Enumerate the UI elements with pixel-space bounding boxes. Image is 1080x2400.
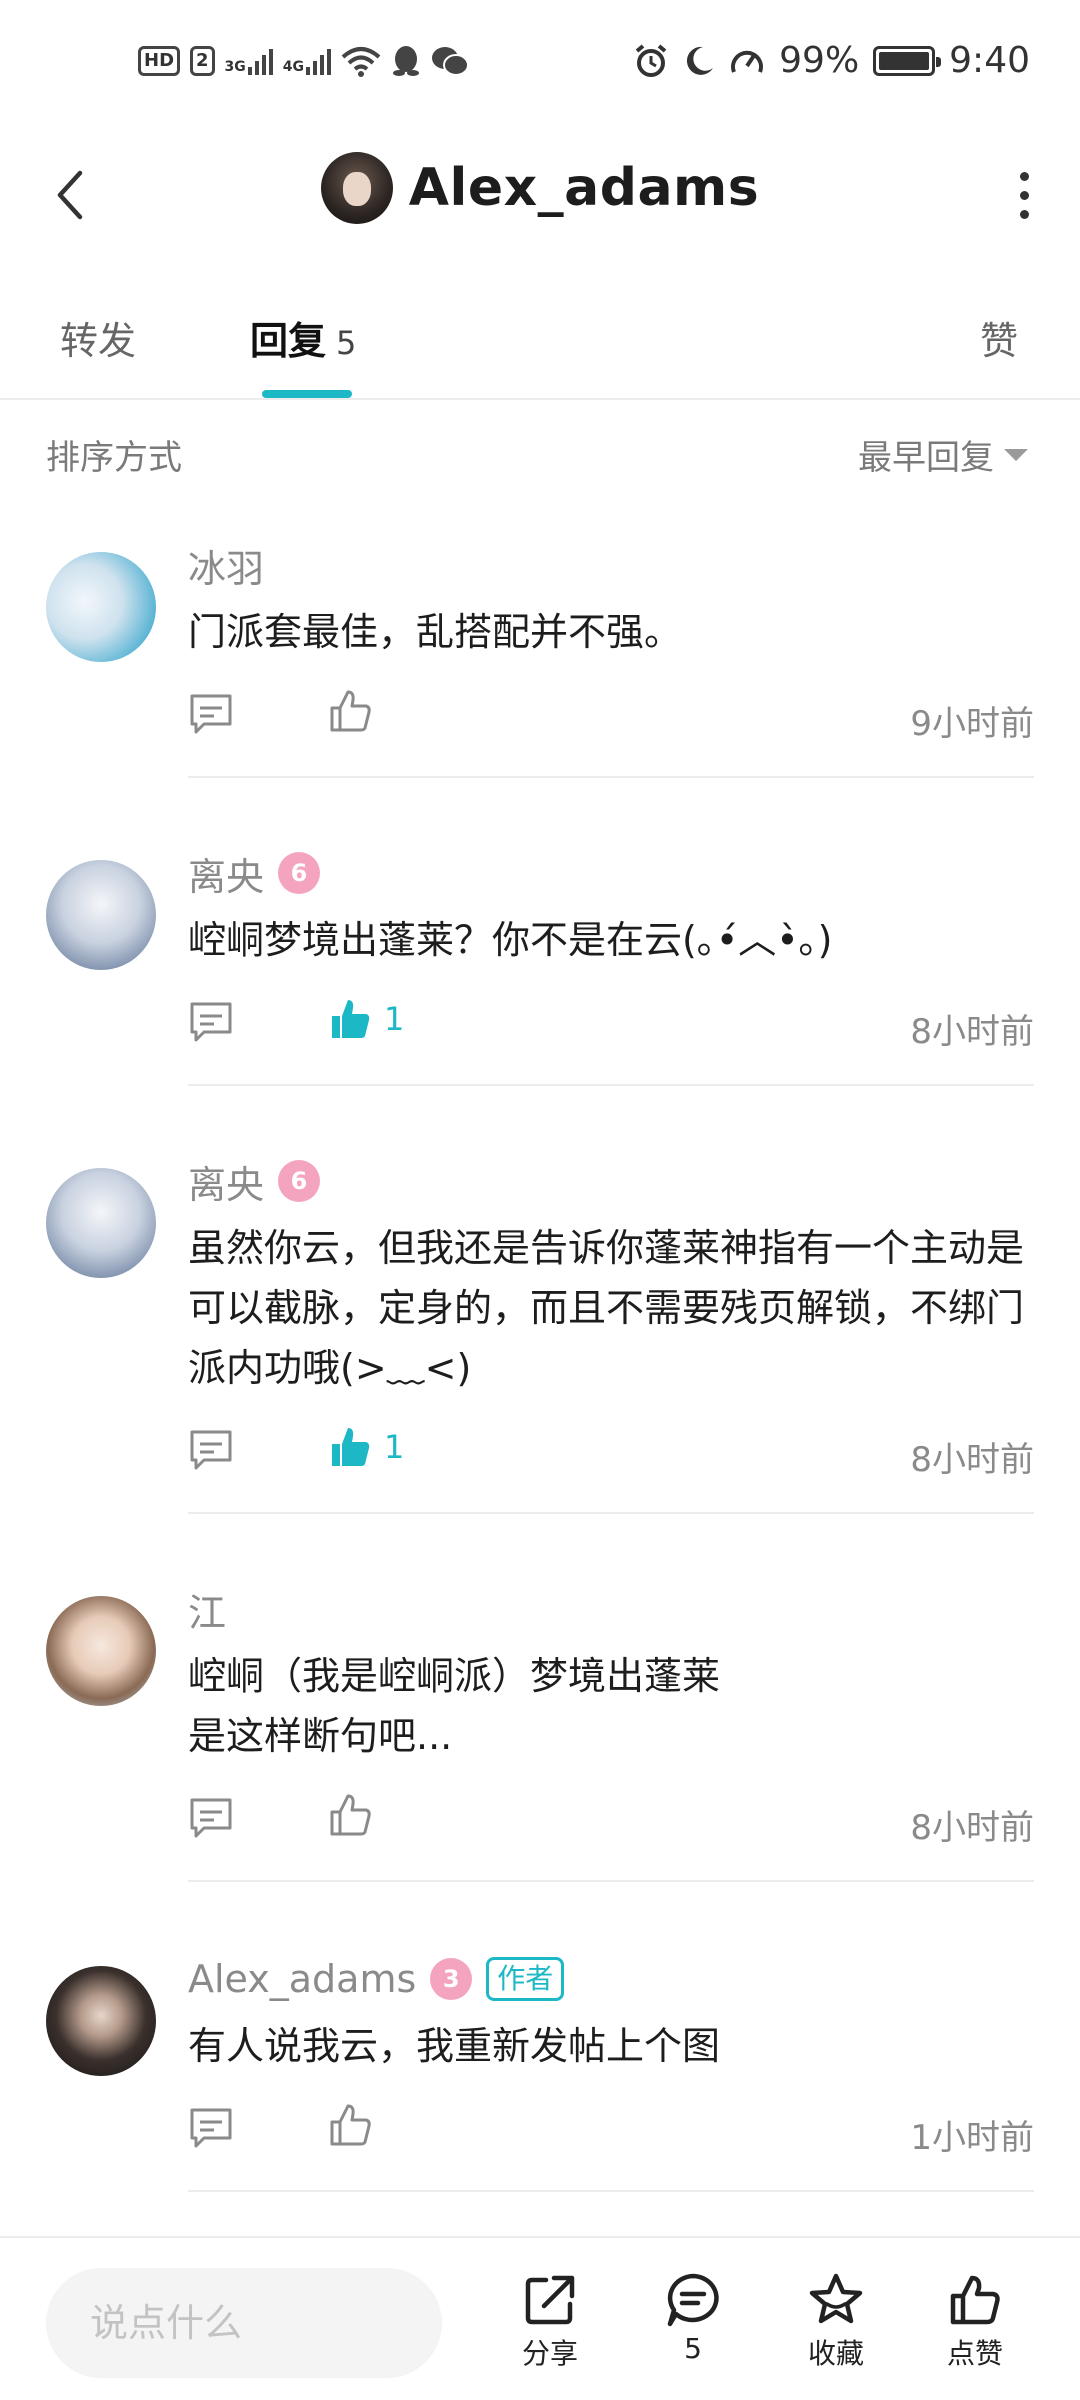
comment-time: 9小时前 — [910, 704, 1034, 744]
status-bar: HD 2 3G 4G 99% 9:40 — [0, 0, 1080, 130]
reply-icon[interactable] — [188, 2106, 234, 2150]
avatar[interactable] — [46, 552, 156, 662]
reply-icon[interactable] — [188, 692, 234, 736]
author-tag: 作者 — [486, 1957, 565, 2001]
thumbs-up-icon — [330, 2104, 371, 2146]
moon-icon — [687, 46, 714, 75]
comment-author[interactable]: Alex_adams — [188, 1957, 416, 2001]
thumbs-up-icon — [330, 690, 371, 732]
level-badge: 6 — [278, 852, 321, 894]
alarm-icon — [635, 43, 667, 77]
divider — [188, 776, 1034, 778]
network-type-2: 4G — [282, 59, 305, 75]
reply-icon[interactable] — [188, 1000, 234, 1044]
comment-text: 门派套最佳，乱搭配并不强。 — [188, 610, 683, 654]
chevron-down-icon — [1004, 448, 1028, 461]
like-button[interactable]: 1 — [328, 996, 404, 1042]
header-user[interactable]: Alex_adams — [0, 152, 1080, 224]
level-badge: 6 — [278, 1160, 321, 1202]
sort-row: 排序方式 最早回复 — [0, 400, 1080, 500]
active-tab-indicator — [262, 390, 352, 398]
comment-text: 崆峒梦境出蓬莱？你不是在云(｡•́︿•̀｡) — [188, 918, 833, 962]
divider — [188, 1880, 1034, 1882]
comment-time: 8小时前 — [910, 1808, 1034, 1848]
battery-percent: 99% — [779, 40, 860, 81]
comment-author[interactable]: 离央 — [188, 1154, 264, 1209]
tab-like[interactable]: 赞 — [980, 310, 1018, 365]
status-left: HD 2 3G 4G — [138, 44, 470, 78]
like-count: 1 — [384, 1000, 405, 1038]
share-button[interactable]: 分享 — [490, 2272, 610, 2372]
favorite-label: 收藏 — [807, 2337, 864, 2370]
avatar[interactable] — [46, 860, 156, 970]
comment-time: 8小时前 — [910, 1012, 1034, 1052]
tab-reply-label: 回复 — [250, 319, 327, 363]
wechat-icon — [432, 47, 470, 76]
comment-text-line: 崆峒（我是崆峒派）梦境出蓬莱 — [188, 1654, 721, 1698]
sim-badge: 2 — [190, 46, 215, 76]
comment-count: 5 — [684, 2332, 702, 2365]
level-badge: 3 — [430, 1958, 473, 2000]
like-label: 点赞 — [946, 2337, 1003, 2370]
tab-reply[interactable]: 回复 5 — [250, 310, 356, 365]
reply-icon[interactable] — [188, 1428, 234, 1472]
comment-text: 有人说我云，我重新发帖上个图 — [188, 2024, 721, 2068]
network-type-1: 3G — [224, 59, 246, 75]
tab-bar: 转发 回复 5 赞 — [0, 290, 1080, 400]
sort-dropdown[interactable]: 最早回复 — [858, 430, 1028, 479]
avatar[interactable] — [46, 1966, 156, 2076]
comment-author[interactable]: 江 — [188, 1582, 226, 1637]
page-title: Alex_adams — [408, 158, 760, 218]
comment-text-line: 是这样断句吧... — [188, 1714, 453, 1758]
battery-icon — [873, 45, 942, 76]
reply-icon[interactable] — [188, 1796, 234, 1840]
comment-button[interactable]: 5 — [633, 2272, 753, 2365]
more-icon — [1019, 171, 1029, 181]
comment-icon — [667, 2273, 719, 2327]
thumbs-up-icon — [950, 2275, 1000, 2325]
sort-value: 最早回复 — [858, 438, 994, 478]
comment-text: 崆峒（我是崆峒派）梦境出蓬莱 是这样断句吧... — [188, 1646, 1034, 1766]
divider — [188, 2190, 1034, 2192]
hd-badge: HD — [138, 46, 181, 76]
comment-author[interactable]: 离央 — [188, 846, 264, 901]
comment-input[interactable] — [46, 2268, 442, 2378]
comment-time: 1小时前 — [910, 2118, 1034, 2158]
wifi-icon — [341, 47, 381, 77]
top-header: Alex_adams — [0, 130, 1080, 260]
like-count: 1 — [384, 1428, 405, 1466]
like-button[interactable] — [328, 2102, 372, 2148]
comment-text: 虽然你云，但我还是告诉你蓬莱神指有一个主动是可以截脉，定身的，而且不需要残页解锁… — [188, 1226, 1025, 1390]
divider — [188, 1512, 1034, 1514]
avatar[interactable] — [46, 1168, 156, 1278]
signal-icon: 3G — [225, 47, 273, 75]
status-right: 99% 9:40 — [633, 40, 1030, 81]
avatar[interactable] — [46, 1596, 156, 1706]
clock: 9:40 — [949, 40, 1030, 81]
favorite-button[interactable]: 收藏 — [776, 2272, 896, 2372]
speed-icon — [731, 50, 764, 73]
comment-time: 8小时前 — [910, 1440, 1034, 1480]
share-label: 分享 — [521, 2337, 578, 2370]
divider — [188, 1084, 1034, 1086]
avatar[interactable] — [320, 152, 393, 224]
signal-icon-2: 4G — [282, 47, 332, 75]
like-button[interactable] — [328, 1792, 372, 1838]
star-icon — [809, 2273, 863, 2324]
thumbs-up-filled-icon — [332, 1428, 370, 1466]
bottom-action-bar: 分享 5 收藏 点赞 — [0, 2236, 1080, 2400]
like-post-button[interactable]: 点赞 — [915, 2272, 1035, 2372]
sort-label: 排序方式 — [46, 438, 182, 478]
more-button[interactable] — [1004, 170, 1044, 220]
tab-reply-count: 5 — [336, 324, 357, 362]
thumbs-up-icon — [330, 1794, 371, 1836]
share-icon — [525, 2275, 575, 2325]
comment-author[interactable]: 冰羽 — [188, 538, 264, 593]
qq-icon — [393, 46, 420, 76]
like-button[interactable] — [328, 688, 372, 734]
like-button[interactable]: 1 — [328, 1424, 404, 1470]
tab-repost[interactable]: 转发 — [60, 310, 136, 365]
comment-input-wrapper[interactable] — [46, 2268, 442, 2378]
thumbs-up-filled-icon — [332, 1000, 370, 1038]
